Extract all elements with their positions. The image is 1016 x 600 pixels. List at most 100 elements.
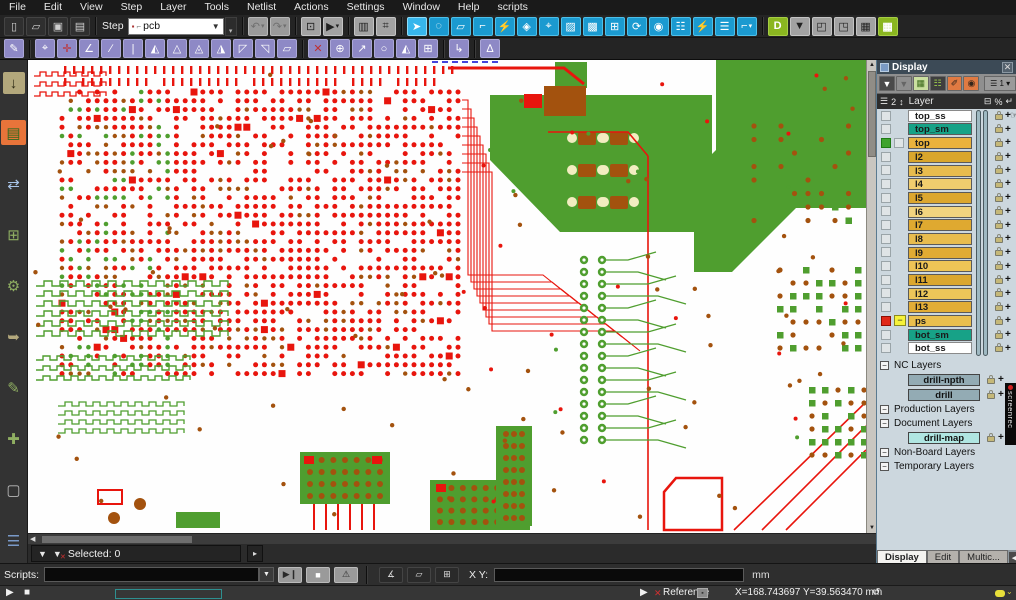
step-history-button[interactable]: ▾ bbox=[225, 17, 237, 36]
status-stop-icon[interactable]: ■ bbox=[24, 586, 30, 600]
menu-item-help[interactable]: Help bbox=[449, 0, 489, 15]
layer-indicator[interactable] bbox=[881, 316, 891, 326]
popup-filter-button[interactable]: ▼ bbox=[790, 17, 810, 36]
lock-icon[interactable] bbox=[995, 223, 1003, 229]
open-file-button[interactable]: ▱ bbox=[26, 17, 46, 36]
panelize-tool-button[interactable]: ⊞ bbox=[1, 222, 26, 247]
reference-select-tool-button[interactable]: ⌖ bbox=[539, 17, 559, 36]
chain-select-tool-button[interactable]: ⌐ bbox=[473, 17, 493, 36]
polygon-select-tool-button[interactable]: ▱ bbox=[451, 17, 471, 36]
layer-name-chip[interactable]: l3 bbox=[908, 165, 972, 177]
add-icon[interactable]: + bbox=[1005, 260, 1011, 273]
lock-icon[interactable] bbox=[995, 278, 1003, 284]
menu-item-layer[interactable]: Layer bbox=[151, 0, 195, 15]
fill-select-tool-button[interactable]: ▨ bbox=[561, 17, 581, 36]
reference-play-icon[interactable]: ▶ bbox=[640, 586, 648, 600]
pattern-select-tool-button[interactable]: ▩ bbox=[583, 17, 603, 36]
pin-select-tool-button[interactable]: ◉ bbox=[649, 17, 669, 36]
add-icon[interactable]: + bbox=[998, 388, 1004, 401]
scroll-left-icon[interactable]: ◀ bbox=[30, 535, 35, 543]
add-icon[interactable]: + bbox=[1005, 301, 1011, 314]
layer-indicator[interactable] bbox=[881, 165, 891, 175]
area-measure-tool-button[interactable]: ▱ bbox=[277, 39, 297, 58]
status-play-icon[interactable]: ▶ bbox=[6, 586, 14, 600]
add-icon[interactable]: + bbox=[1005, 273, 1011, 286]
pcb-canvas[interactable] bbox=[28, 60, 866, 533]
snap-marker-tool-button[interactable]: ✛ bbox=[57, 39, 77, 58]
expand-selection-icon[interactable]: ▸ bbox=[247, 545, 263, 562]
layer-name-chip[interactable]: l12 bbox=[908, 288, 972, 300]
net-select-tool-button[interactable]: ⚡ bbox=[495, 17, 515, 36]
graphic-station-button[interactable]: ⊡ bbox=[301, 17, 321, 36]
layer-indicator-extra[interactable] bbox=[894, 138, 904, 148]
layer-row-ps[interactable]: −ps+ bbox=[877, 314, 1016, 328]
filter-active-button[interactable]: ▼ bbox=[879, 76, 895, 91]
add-icon[interactable]: + bbox=[998, 373, 1004, 386]
visible-rows-button[interactable]: ☰ 1 ▾ bbox=[984, 76, 1016, 91]
vertical-measure-tool-button[interactable]: | bbox=[123, 39, 143, 58]
layer-name-chip[interactable]: bot_sm bbox=[908, 329, 972, 341]
pitch-measure-tool-button[interactable]: ◬ bbox=[189, 39, 209, 58]
move-tool-button[interactable]: ↗ bbox=[352, 39, 372, 58]
list-settings-button[interactable]: ☷ bbox=[930, 76, 946, 91]
add-icon[interactable]: + bbox=[1005, 205, 1011, 218]
tab-display[interactable]: Display bbox=[877, 550, 927, 564]
delete-tool-button[interactable]: ✕ bbox=[308, 39, 328, 58]
add-icon[interactable]: + bbox=[1005, 232, 1011, 245]
menu-item-step[interactable]: Step bbox=[112, 0, 152, 15]
redo-button[interactable]: ↷▾ bbox=[270, 17, 290, 36]
layer-indicator[interactable] bbox=[881, 234, 891, 244]
layer-indicator[interactable] bbox=[881, 220, 891, 230]
add-icon[interactable]: + bbox=[1005, 191, 1011, 204]
bubble-chevron-icon[interactable]: ⌄ bbox=[1006, 587, 1013, 596]
layer-row-l3[interactable]: l3+ bbox=[877, 164, 1016, 178]
layer-indicator[interactable] bbox=[881, 247, 891, 257]
grid-toggle-icon[interactable]: ⊞ bbox=[435, 567, 459, 583]
script-stop-button[interactable]: ■ bbox=[306, 567, 330, 583]
clear-filter-icon[interactable]: ▼✕ bbox=[53, 549, 62, 559]
measure-distance-icon[interactable]: ∡ bbox=[379, 567, 403, 583]
visibility-display-button[interactable]: ◉ bbox=[963, 76, 979, 91]
measure-marks-tool-button[interactable]: ⌐▾ bbox=[737, 17, 757, 36]
layer-row-drill-npth[interactable]: drill-npth+ bbox=[877, 373, 1016, 388]
lock-icon[interactable] bbox=[995, 155, 1003, 161]
layer-row-top_ss[interactable]: top_ss+☞ bbox=[877, 109, 1016, 123]
section-document-layers[interactable]: −Document Layers bbox=[877, 417, 1016, 431]
menu-item-actions[interactable]: Actions bbox=[285, 0, 337, 15]
grid-panel-button[interactable]: ▦ bbox=[856, 17, 876, 36]
layer-indicator[interactable] bbox=[881, 152, 891, 162]
edge-measure-tool-button[interactable]: ◹ bbox=[255, 39, 275, 58]
canvas-vertical-scrollbar[interactable]: ▲ ▼ bbox=[866, 60, 876, 533]
collapse-icon[interactable]: − bbox=[880, 448, 889, 457]
workstation-tool-button[interactable]: ▢ bbox=[1, 477, 26, 502]
layer-row-l6[interactable]: l6 + bbox=[877, 205, 1016, 219]
net-highlight-tool-button[interactable]: ⚡ bbox=[693, 17, 713, 36]
close-icon[interactable]: ✕ bbox=[1002, 62, 1013, 73]
menu-item-edit[interactable]: Edit bbox=[35, 0, 71, 15]
layer-indicator[interactable] bbox=[881, 124, 891, 134]
layer-row-l8[interactable]: l8+ bbox=[877, 232, 1016, 246]
calculator-button[interactable]: ⌗ bbox=[376, 17, 396, 36]
lock-icon[interactable] bbox=[995, 237, 1003, 243]
resize-tool-button[interactable]: ⊞ bbox=[418, 39, 438, 58]
layer-name-chip[interactable]: l6 bbox=[908, 206, 972, 218]
lock-icon[interactable] bbox=[995, 319, 1003, 325]
component-table-tool-button[interactable]: ☷ bbox=[671, 17, 691, 36]
xy-input[interactable] bbox=[494, 568, 744, 582]
collapse-icon[interactable]: − bbox=[880, 462, 889, 471]
new-file-button[interactable]: ▯ bbox=[4, 17, 24, 36]
attach-tool-button[interactable]: ✚ bbox=[1, 426, 26, 451]
menu-item-file[interactable]: File bbox=[0, 0, 35, 15]
layer-name-chip[interactable]: drill-map bbox=[908, 432, 980, 444]
layers-manager-button[interactable]: ▤ bbox=[1, 120, 26, 145]
import-tool-button[interactable]: ↓ bbox=[3, 72, 25, 94]
section-production-layers[interactable]: −Production Layers bbox=[877, 403, 1016, 417]
tab-multic[interactable]: Multic... bbox=[959, 550, 1008, 564]
script-warning-button[interactable]: ⚠ bbox=[334, 567, 358, 583]
add-icon[interactable]: + bbox=[1005, 150, 1011, 163]
layer-row-drill[interactable]: drill+ bbox=[877, 388, 1016, 403]
library-tool-button[interactable]: ☰ bbox=[1, 528, 26, 553]
transfer-tool-button[interactable]: ⇄ bbox=[1, 171, 26, 196]
layer-name-chip[interactable]: top bbox=[908, 137, 972, 149]
lock-icon[interactable] bbox=[995, 264, 1003, 270]
